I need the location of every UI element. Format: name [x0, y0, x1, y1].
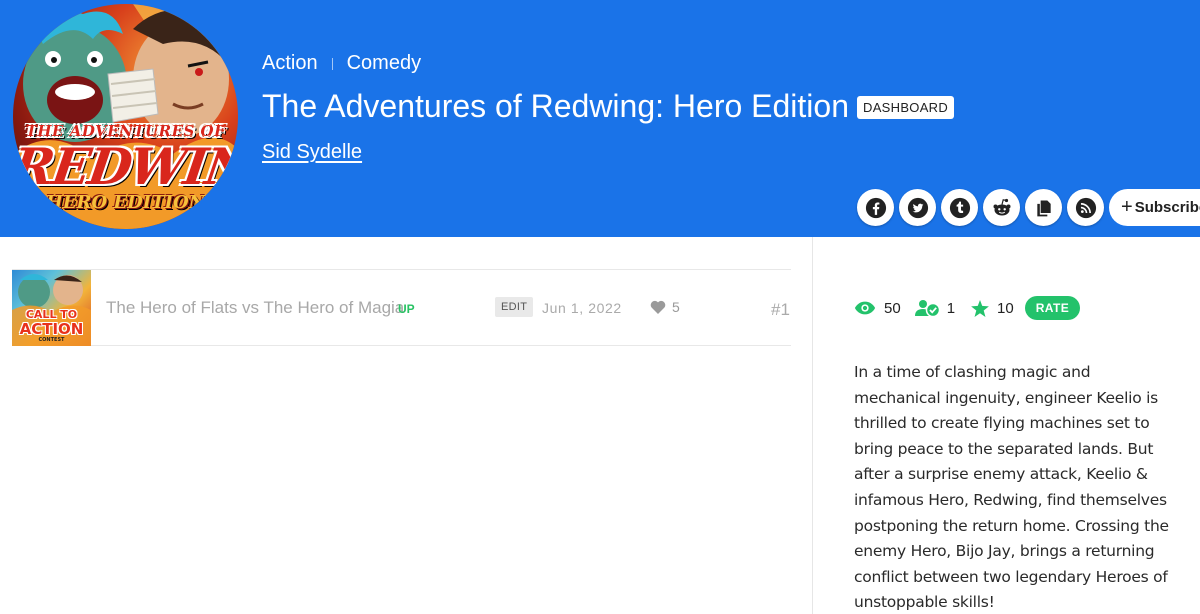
- dashboard-button[interactable]: DASHBOARD: [857, 96, 955, 119]
- rating-value: 10: [997, 299, 1014, 317]
- twitter-icon: [907, 197, 928, 218]
- subscribers-count: 1: [946, 299, 956, 317]
- star-icon: [971, 299, 989, 317]
- views-stat: 50: [854, 300, 901, 317]
- episode-list: CALL TO ACTION CONTEST The Hero of Flats…: [0, 237, 812, 614]
- share-reddit-button[interactable]: [983, 189, 1020, 226]
- episode-number: #1: [771, 300, 790, 319]
- genre-link-action[interactable]: Action: [262, 52, 318, 75]
- rss-feed-button[interactable]: [1067, 189, 1104, 226]
- rss-icon: [1075, 197, 1096, 218]
- share-facebook-button[interactable]: [857, 189, 894, 226]
- share-twitter-button[interactable]: [899, 189, 936, 226]
- author-link[interactable]: Sid Sydelle: [262, 141, 362, 164]
- series-stats: 50 1 10 RATE: [854, 296, 1081, 320]
- eye-icon: [854, 301, 876, 315]
- series-title: The Adventures of Redwing: Hero Edition: [262, 88, 849, 124]
- genre-link-comedy[interactable]: Comedy: [347, 52, 421, 75]
- rate-button[interactable]: RATE: [1024, 296, 1081, 320]
- genre-separator: [331, 57, 333, 70]
- rating-stat: 10: [971, 299, 1014, 317]
- reddit-icon: [993, 198, 1010, 215]
- subscribe-button[interactable]: + Subscribe: [1109, 189, 1200, 226]
- episode-edit-button[interactable]: EDIT: [495, 297, 534, 317]
- episode-thumb-text-2: ACTION: [19, 320, 84, 338]
- title-row: The Adventures of Redwing: Hero Edition …: [262, 88, 955, 125]
- episode-likes: 5: [650, 299, 680, 315]
- episode-row[interactable]: CALL TO ACTION CONTEST The Hero of Flats…: [12, 269, 791, 346]
- sidebar-divider: [812, 237, 813, 614]
- subscribe-label: Subscribe: [1134, 199, 1200, 216]
- subscribers-icon: [914, 300, 940, 317]
- heart-icon: [650, 300, 666, 314]
- episode-thumb-text-3: CONTEST: [38, 337, 65, 343]
- share-tumblr-button[interactable]: [941, 189, 978, 226]
- episode-up-badge: UP: [398, 302, 415, 316]
- genre-list: Action Comedy: [262, 52, 421, 75]
- episode-likes-count: 5: [672, 299, 680, 315]
- copy-link-button[interactable]: [1025, 189, 1062, 226]
- series-header: THE ADVENTURES OF REDWING HERO EDITION A…: [0, 0, 1200, 237]
- episode-thumbnail[interactable]: CALL TO ACTION CONTEST: [12, 270, 91, 346]
- tumblr-icon: [949, 197, 970, 218]
- plus-icon: +: [1121, 196, 1133, 218]
- episode-date: Jun 1, 2022: [542, 300, 622, 316]
- series-cover-image: THE ADVENTURES OF REDWING HERO EDITION: [13, 4, 238, 229]
- facebook-icon: [865, 197, 886, 218]
- series-description: In a time of clashing magic and mechanic…: [854, 363, 1169, 612]
- subscribers-stat: 1: [914, 299, 956, 317]
- episode-title[interactable]: The Hero of Flats vs The Hero of Magia: [106, 298, 404, 318]
- views-count: 50: [884, 299, 901, 317]
- copy-link-icon: [1036, 200, 1051, 216]
- social-share-bar: + Subscribe: [857, 189, 1200, 226]
